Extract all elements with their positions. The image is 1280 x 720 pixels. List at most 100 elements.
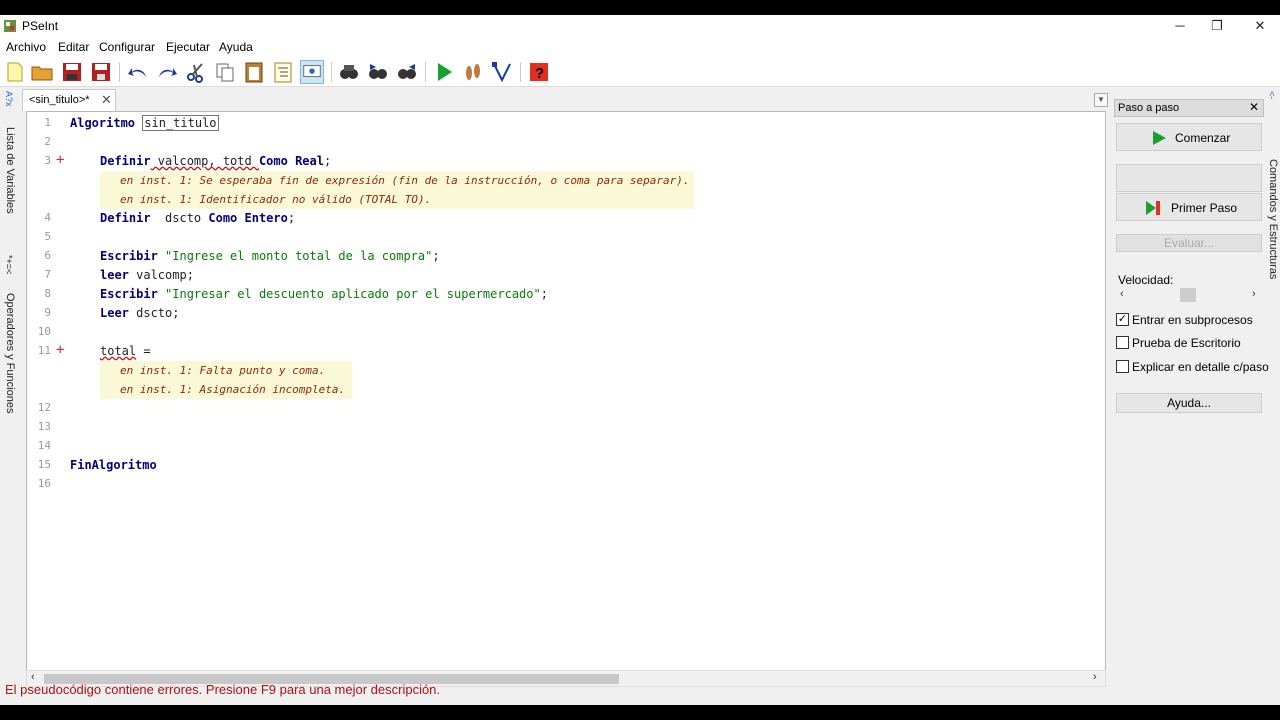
inspect-icon[interactable] bbox=[300, 60, 324, 84]
error-expand-marker[interactable]: + bbox=[56, 152, 64, 168]
code-fragment: ; bbox=[432, 249, 440, 263]
evaluate-button[interactable]: Evaluar... bbox=[1116, 234, 1262, 252]
new-file-icon[interactable] bbox=[3, 60, 27, 84]
menu-configurar[interactable]: Configurar bbox=[99, 40, 155, 54]
code-fragment: = bbox=[136, 344, 151, 358]
line-number: 6 bbox=[44, 249, 51, 262]
cut-icon[interactable] bbox=[184, 60, 208, 84]
menu-archivo[interactable]: Archivo bbox=[6, 40, 46, 54]
line-number: 11 bbox=[37, 344, 51, 357]
slider-right-icon[interactable]: › bbox=[1252, 288, 1256, 300]
step-into-subprocesses-checkbox[interactable]: ✓ Entrar en subprocesos bbox=[1116, 311, 1262, 329]
line-number: 13 bbox=[37, 420, 51, 433]
toolbar: ? bbox=[0, 57, 1280, 87]
code-line: 8 Escribir "Ingresar el descuento aplica… bbox=[27, 285, 1105, 304]
help-button[interactable]: Ayuda... bbox=[1116, 393, 1262, 413]
minimize-button[interactable]: ─ bbox=[1160, 17, 1200, 35]
slider-left-icon[interactable]: ‹ bbox=[1120, 288, 1124, 300]
line-number: 16 bbox=[37, 477, 51, 490]
code-editor[interactable]: 1 Algoritmo sin_titulo 2 3 + Definir val… bbox=[26, 111, 1106, 676]
first-step-button[interactable]: Primer Paso bbox=[1116, 193, 1262, 221]
start-button[interactable]: Comenzar bbox=[1116, 123, 1262, 151]
variables-icon[interactable]: A?x bbox=[4, 91, 14, 107]
code-line: 16 bbox=[27, 475, 1105, 494]
line-number: 4 bbox=[44, 211, 51, 224]
operators-functions-tab[interactable]: Operadores y Funciones bbox=[4, 293, 16, 413]
code-line: 9 Leer dscto; bbox=[27, 304, 1105, 323]
indent-icon[interactable] bbox=[271, 60, 295, 84]
scroll-right-icon[interactable]: › bbox=[1093, 671, 1097, 683]
code-fragment: dscto; bbox=[128, 306, 180, 320]
code-text: Escribir "Ingresar el descuento aplicado… bbox=[100, 287, 548, 301]
menu-ayuda[interactable]: Ayuda bbox=[219, 40, 253, 54]
code-line: 6 Escribir "Ingrese el monto total de la… bbox=[27, 247, 1105, 266]
code-line: 5 bbox=[27, 228, 1105, 247]
code-line: 3 + Definir valcomp, totd Como Real; bbox=[27, 152, 1105, 171]
line-number: 7 bbox=[44, 268, 51, 281]
error-annotation: en inst. 1: Asignación incompleta. bbox=[100, 380, 352, 399]
search-icon[interactable] bbox=[337, 60, 361, 84]
error-expand-marker[interactable]: + bbox=[56, 342, 64, 358]
paste-icon[interactable] bbox=[242, 60, 266, 84]
line-number: 3 bbox=[44, 154, 51, 167]
tab-close-icon[interactable]: ✕ bbox=[101, 92, 112, 108]
toolbar-separator bbox=[119, 62, 120, 82]
code-text: Definir valcomp, totd Como Real; bbox=[100, 154, 331, 168]
window-title: PSeInt bbox=[22, 19, 59, 33]
line-number: 8 bbox=[44, 287, 51, 300]
code-fragment: valcomp; bbox=[128, 268, 194, 282]
diagram-icon[interactable] bbox=[490, 60, 514, 84]
tab-sin-titulo[interactable]: <sin_titulo>* ✕ bbox=[22, 89, 116, 111]
variables-list-tab[interactable]: Lista de Variables bbox=[4, 127, 16, 214]
step-by-step-panel: Paso a paso ✕ Comenzar Primer Paso Evalu… bbox=[1114, 99, 1269, 691]
step-icon[interactable] bbox=[461, 60, 485, 84]
code-fragment: dscto bbox=[150, 211, 209, 225]
copy-icon[interactable] bbox=[213, 60, 237, 84]
slider-thumb[interactable] bbox=[1180, 288, 1196, 302]
line-number: 14 bbox=[37, 439, 51, 452]
commands-structures-tab[interactable]: Comandos y Estructuras bbox=[1267, 159, 1279, 279]
save-as-icon[interactable] bbox=[89, 60, 113, 84]
app-window: PSeInt ─ ❐ ✕ Archivo Editar Configurar E… bbox=[0, 15, 1280, 705]
undo-icon[interactable] bbox=[126, 60, 150, 84]
commands-icon[interactable]: <- bbox=[1267, 91, 1277, 99]
run-icon[interactable] bbox=[432, 60, 456, 84]
save-icon[interactable] bbox=[60, 60, 84, 84]
close-window-button[interactable]: ✕ bbox=[1240, 17, 1280, 35]
checkbox-icon[interactable] bbox=[1116, 336, 1129, 349]
keyword: leer bbox=[100, 268, 129, 282]
panel-close-icon[interactable]: ✕ bbox=[1249, 100, 1259, 114]
algorithm-name: sin_titulo bbox=[142, 115, 219, 131]
operators-icon[interactable]: *+=< bbox=[4, 255, 14, 274]
code-line: 4 Definir dscto Como Entero; bbox=[27, 209, 1105, 228]
line-number: 5 bbox=[44, 230, 51, 243]
status-message: El pseudocódigo contiene errores. Presio… bbox=[5, 682, 441, 697]
line-number: 10 bbox=[37, 325, 51, 338]
title-bar: PSeInt ─ ❐ ✕ bbox=[0, 15, 1280, 37]
checkbox-label: Entrar en subprocesos bbox=[1132, 313, 1253, 327]
find-prev-icon[interactable] bbox=[395, 60, 419, 84]
find-next-icon[interactable] bbox=[366, 60, 390, 84]
restore-button[interactable]: ❐ bbox=[1197, 17, 1237, 35]
code-line: 7 leer valcomp; bbox=[27, 266, 1105, 285]
keyword: FinAlgoritmo bbox=[70, 458, 157, 472]
start-label: Comenzar bbox=[1175, 131, 1231, 145]
pseint-logo-icon bbox=[4, 20, 16, 32]
play-icon bbox=[1153, 131, 1166, 145]
explain-detail-checkbox[interactable]: Explicar en detalle c/paso bbox=[1116, 358, 1269, 376]
menu-editar[interactable]: Editar bbox=[58, 40, 89, 54]
tab-bar: <sin_titulo>* ✕ ▼ bbox=[22, 89, 1112, 111]
redo-icon[interactable] bbox=[155, 60, 179, 84]
menu-ejecutar[interactable]: Ejecutar bbox=[166, 40, 210, 54]
checkbox-icon[interactable] bbox=[1116, 360, 1129, 373]
code-text: total = bbox=[100, 344, 151, 358]
desk-check-checkbox[interactable]: Prueba de Escritorio bbox=[1116, 334, 1262, 352]
checkbox-checked-icon[interactable]: ✓ bbox=[1116, 313, 1129, 326]
tab-list-dropdown[interactable]: ▼ bbox=[1094, 93, 1108, 107]
line-number: 15 bbox=[37, 458, 51, 471]
help-icon[interactable]: ? bbox=[527, 60, 551, 84]
open-folder-icon[interactable] bbox=[30, 60, 54, 84]
error-annotation: en inst. 1: Se esperaba fin de expresión… bbox=[100, 171, 694, 190]
keyword: Definir bbox=[100, 154, 151, 168]
speed-slider[interactable]: ‹ › bbox=[1116, 287, 1262, 303]
